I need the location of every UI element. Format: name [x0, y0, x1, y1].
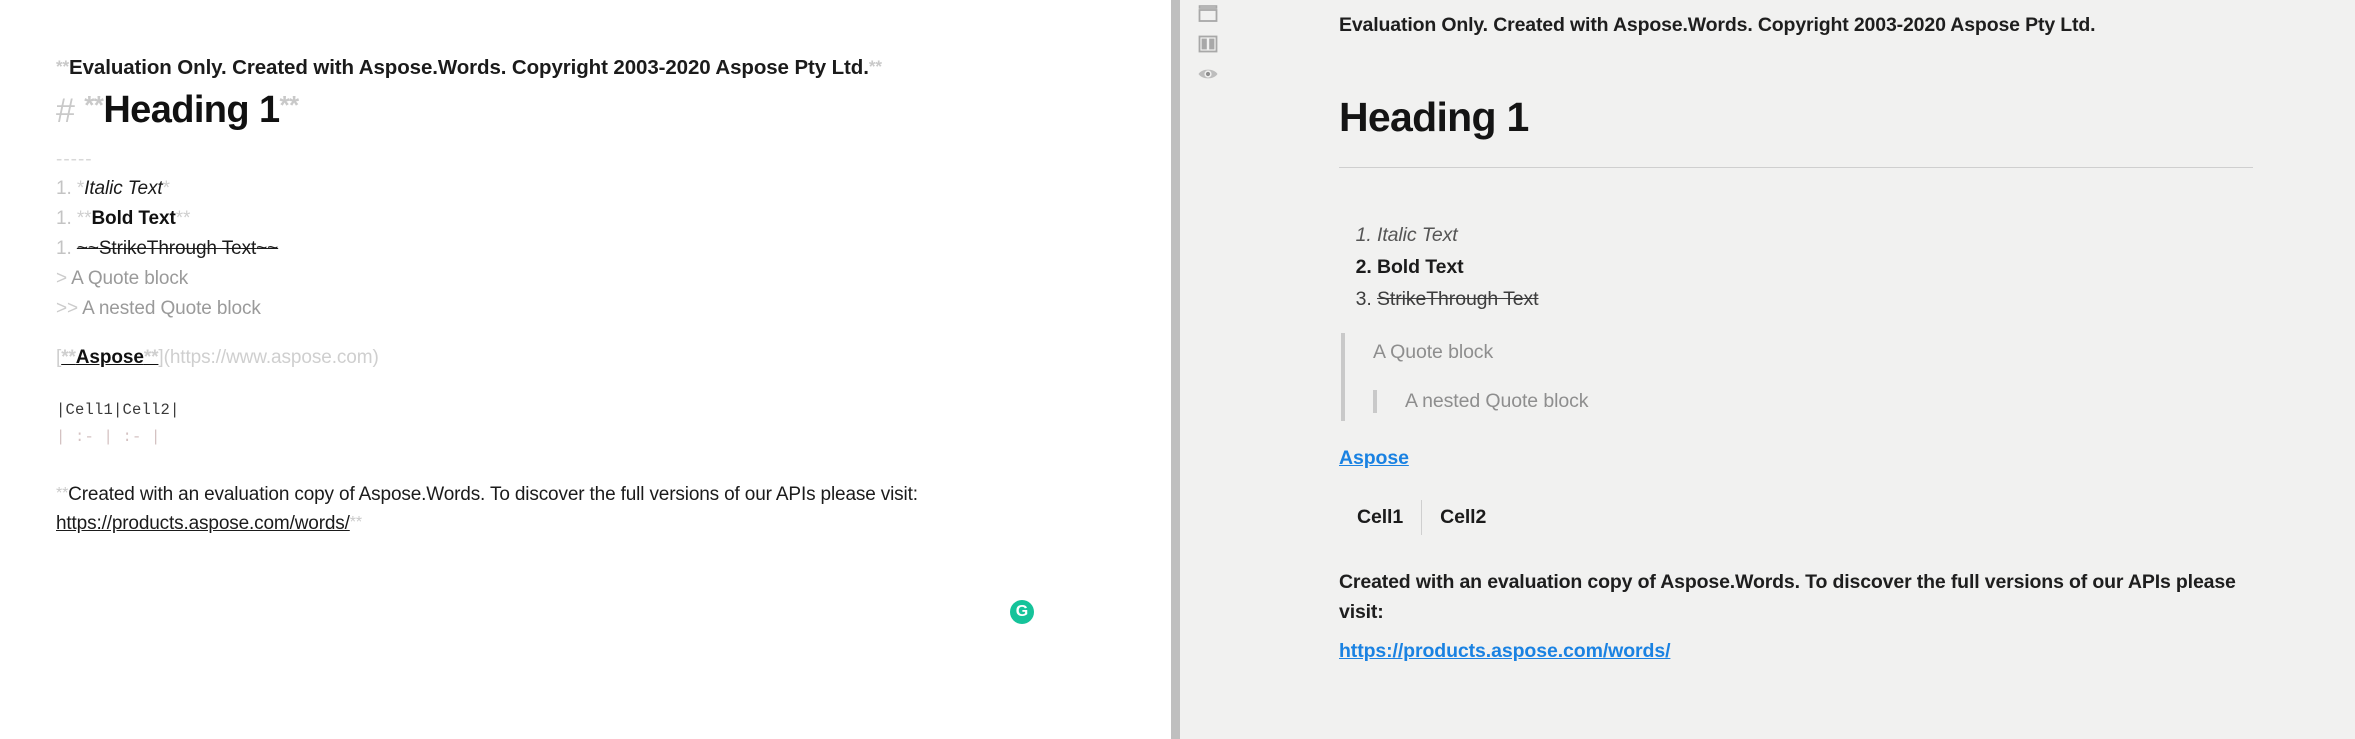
bold-open-marker: **	[77, 208, 92, 229]
editor-table-header-row[interactable]: |Cell1|Cell2|	[56, 403, 1171, 419]
preview-link-paragraph: Aspose	[1339, 447, 2253, 470]
split-view-button[interactable]	[1194, 34, 1222, 58]
editor-list-item-bold[interactable]: 1. **Bold Text**	[56, 209, 1171, 228]
editor-evaluation-notice[interactable]: **Evaluation Only. Created with Aspose.W…	[56, 58, 1171, 79]
editor-only-view-button[interactable]	[1194, 4, 1222, 28]
aspose-words-products-link[interactable]: https://products.aspose.com/words/	[1339, 640, 1670, 662]
editor-table-separator-row[interactable]: | :- | :- |	[56, 430, 1171, 446]
preview-footer-link-paragraph: https://products.aspose.com/words/	[1339, 640, 2253, 663]
quote-marker: >	[56, 268, 67, 289]
quote-text: A Quote block	[1373, 341, 1493, 363]
editor-heading-1[interactable]: # **Heading 1**	[56, 87, 1171, 135]
aspose-link[interactable]: Aspose	[1339, 447, 1409, 469]
nested-quote-text: A nested Quote block	[1405, 390, 1588, 412]
list-item-text: Bold Text	[91, 208, 175, 229]
eye-icon	[1197, 66, 1219, 87]
quote-marker: >>	[56, 298, 78, 319]
grammarly-icon[interactable]: G	[1010, 600, 1034, 624]
list-item: StrikeThrough Text	[1377, 288, 2253, 311]
bold-close-marker: **	[280, 90, 299, 120]
editor-list-item-strikethrough[interactable]: 1. ~~StrikeThrough Text~~	[56, 239, 1171, 258]
editor-horizontal-rule[interactable]: -----	[56, 150, 1171, 169]
quote-text: A Quote block	[71, 268, 188, 289]
footer-text: Created with an evaluation copy of Aspos…	[68, 484, 918, 505]
editor-footer-notice[interactable]: **Created with an evaluation copy of Asp…	[56, 480, 1171, 539]
bold-open-marker: **	[56, 57, 69, 76]
table-header-cell-1: Cell1	[1339, 500, 1422, 535]
editor-link-line[interactable]: [**Aspose**](https://www.aspose.com)	[56, 348, 1171, 367]
heading-text: Heading 1	[103, 89, 279, 131]
preview-evaluation-notice: Evaluation Only. Created with Aspose.Wor…	[1339, 14, 2253, 37]
list-item-text: Italic Text	[84, 178, 162, 199]
bold-close-marker: **	[869, 57, 882, 76]
strike-open-marker: ~~	[77, 238, 99, 259]
markdown-editor-app: **Evaluation Only. Created with Aspose.W…	[0, 0, 2355, 739]
editor-quote-block[interactable]: > A Quote block	[56, 269, 1171, 288]
link-url: (https://www.aspose.com)	[164, 347, 379, 368]
window-icon	[1198, 5, 1218, 28]
list-marker: 1.	[56, 178, 72, 199]
preview-heading-1: Heading 1	[1339, 93, 2253, 142]
preview-only-view-button[interactable]	[1194, 64, 1222, 88]
footer-url[interactable]: https://products.aspose.com/words/	[56, 513, 350, 534]
bold-open-marker: **	[56, 485, 68, 502]
list-item-text: StrikeThrough Text	[99, 238, 256, 259]
preview-nested-quote-block: A nested Quote block	[1373, 390, 2253, 413]
italic-close-marker: *	[163, 178, 170, 199]
list-item: Bold Text	[1377, 256, 2253, 279]
markdown-preview-pane: Evaluation Only. Created with Aspose.Wor…	[1235, 0, 2355, 739]
table-row: Cell1 Cell2	[1339, 500, 1504, 535]
editor-list-item-italic[interactable]: 1. *Italic Text*	[56, 179, 1171, 198]
nested-quote-text: A nested Quote block	[82, 298, 261, 319]
view-mode-toolbar	[1180, 0, 1235, 739]
strike-close-marker: ~~	[256, 238, 278, 259]
preview-table: Cell1 Cell2	[1339, 500, 1504, 535]
bold-close-marker: **	[350, 514, 362, 531]
bold-open-marker: **	[61, 347, 76, 368]
preview-ordered-list: Italic Text Bold Text StrikeThrough Text	[1339, 224, 2253, 311]
link-label: Aspose	[76, 347, 144, 368]
pane-divider-handle[interactable]	[1171, 0, 1180, 739]
list-item: Italic Text	[1377, 224, 2253, 247]
preview-quote-block: A Quote block A nested Quote block	[1341, 333, 2253, 421]
list-marker: 1.	[56, 238, 72, 259]
bold-open-marker: **	[84, 90, 103, 120]
bold-close-marker: **	[176, 208, 191, 229]
editor-document[interactable]: **Evaluation Only. Created with Aspose.W…	[0, 0, 1171, 539]
split-pane-icon	[1198, 35, 1218, 58]
editor-nested-quote-block[interactable]: >> A nested Quote block	[56, 299, 1171, 318]
list-marker: 1.	[56, 208, 72, 229]
evaluation-notice-text: Evaluation Only. Created with Aspose.Wor…	[69, 56, 869, 79]
preview-footer-text: Created with an evaluation copy of Aspos…	[1339, 567, 2253, 627]
markdown-source-editor[interactable]: **Evaluation Only. Created with Aspose.W…	[0, 0, 1171, 739]
preview-document: Evaluation Only. Created with Aspose.Wor…	[1235, 0, 2295, 663]
hash-marker: #	[56, 92, 74, 130]
table-header-cell-2: Cell2	[1422, 500, 1505, 535]
preview-heading-rule	[1339, 167, 2253, 168]
bold-close-marker: **	[144, 347, 159, 368]
